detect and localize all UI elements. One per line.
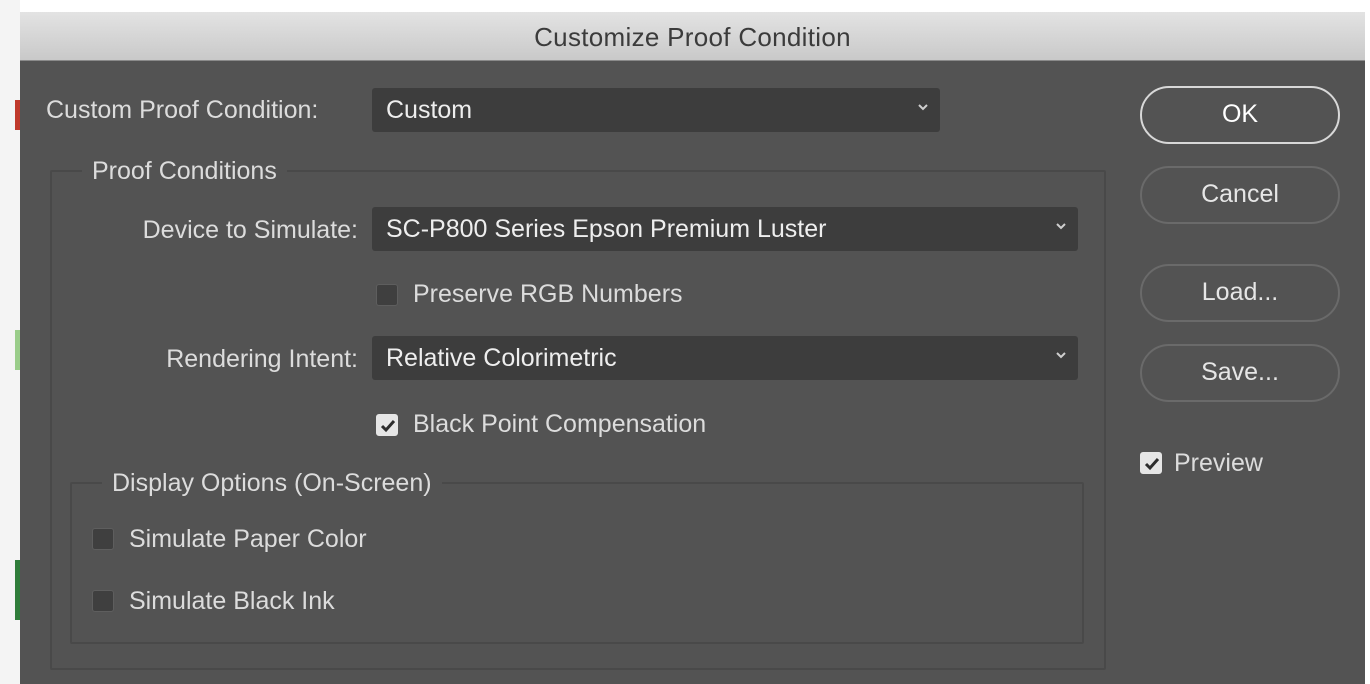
save-button[interactable]: Save... <box>1140 344 1340 402</box>
proof-conditions-group-title: Proof Conditions <box>82 157 287 186</box>
dialog-title: Customize Proof Condition <box>534 22 851 52</box>
customize-proof-dialog: Customize Proof Condition Custom Proof C… <box>20 12 1365 684</box>
rendering-intent-select[interactable]: Relative Colorimetric <box>372 336 1078 380</box>
device-to-simulate-value: SC-P800 Series Epson Premium Luster <box>386 215 827 243</box>
device-to-simulate-label: Device to Simulate: <box>142 216 358 244</box>
ok-button[interactable]: OK <box>1140 86 1340 144</box>
simulate-paper-color-label: Simulate Paper Color <box>129 525 367 553</box>
custom-proof-condition-select[interactable]: Custom <box>372 88 940 132</box>
custom-proof-condition-value: Custom <box>386 96 473 124</box>
preserve-rgb-checkbox[interactable] <box>376 284 398 306</box>
simulate-black-ink-label: Simulate Black Ink <box>129 587 335 615</box>
display-options-group-title: Display Options (On-Screen) <box>102 469 442 498</box>
preview-checkbox[interactable] <box>1140 452 1162 474</box>
chevron-down-icon <box>918 104 928 111</box>
rendering-intent-label: Rendering Intent: <box>166 345 358 373</box>
simulate-paper-color-checkbox[interactable] <box>92 528 114 550</box>
simulate-black-ink-checkbox[interactable] <box>92 590 114 612</box>
cancel-button[interactable]: Cancel <box>1140 166 1340 224</box>
preview-label: Preview <box>1174 449 1263 477</box>
checkmark-icon <box>1144 458 1160 471</box>
preserve-rgb-label: Preserve RGB Numbers <box>413 280 683 308</box>
load-button[interactable]: Load... <box>1140 264 1340 322</box>
device-to-simulate-select[interactable]: SC-P800 Series Epson Premium Luster <box>372 207 1078 251</box>
custom-proof-condition-label: Custom Proof Condition: <box>46 96 319 124</box>
chevron-down-icon <box>1056 352 1066 359</box>
display-options-group <box>70 482 1084 644</box>
chevron-down-icon <box>1056 223 1066 230</box>
black-point-compensation-label: Black Point Compensation <box>413 410 707 438</box>
checkmark-icon <box>380 420 396 433</box>
background-window-edge <box>0 0 21 684</box>
title-bar[interactable]: Customize Proof Condition <box>20 12 1365 61</box>
rendering-intent-value: Relative Colorimetric <box>386 344 617 372</box>
black-point-compensation-checkbox[interactable] <box>376 414 398 436</box>
